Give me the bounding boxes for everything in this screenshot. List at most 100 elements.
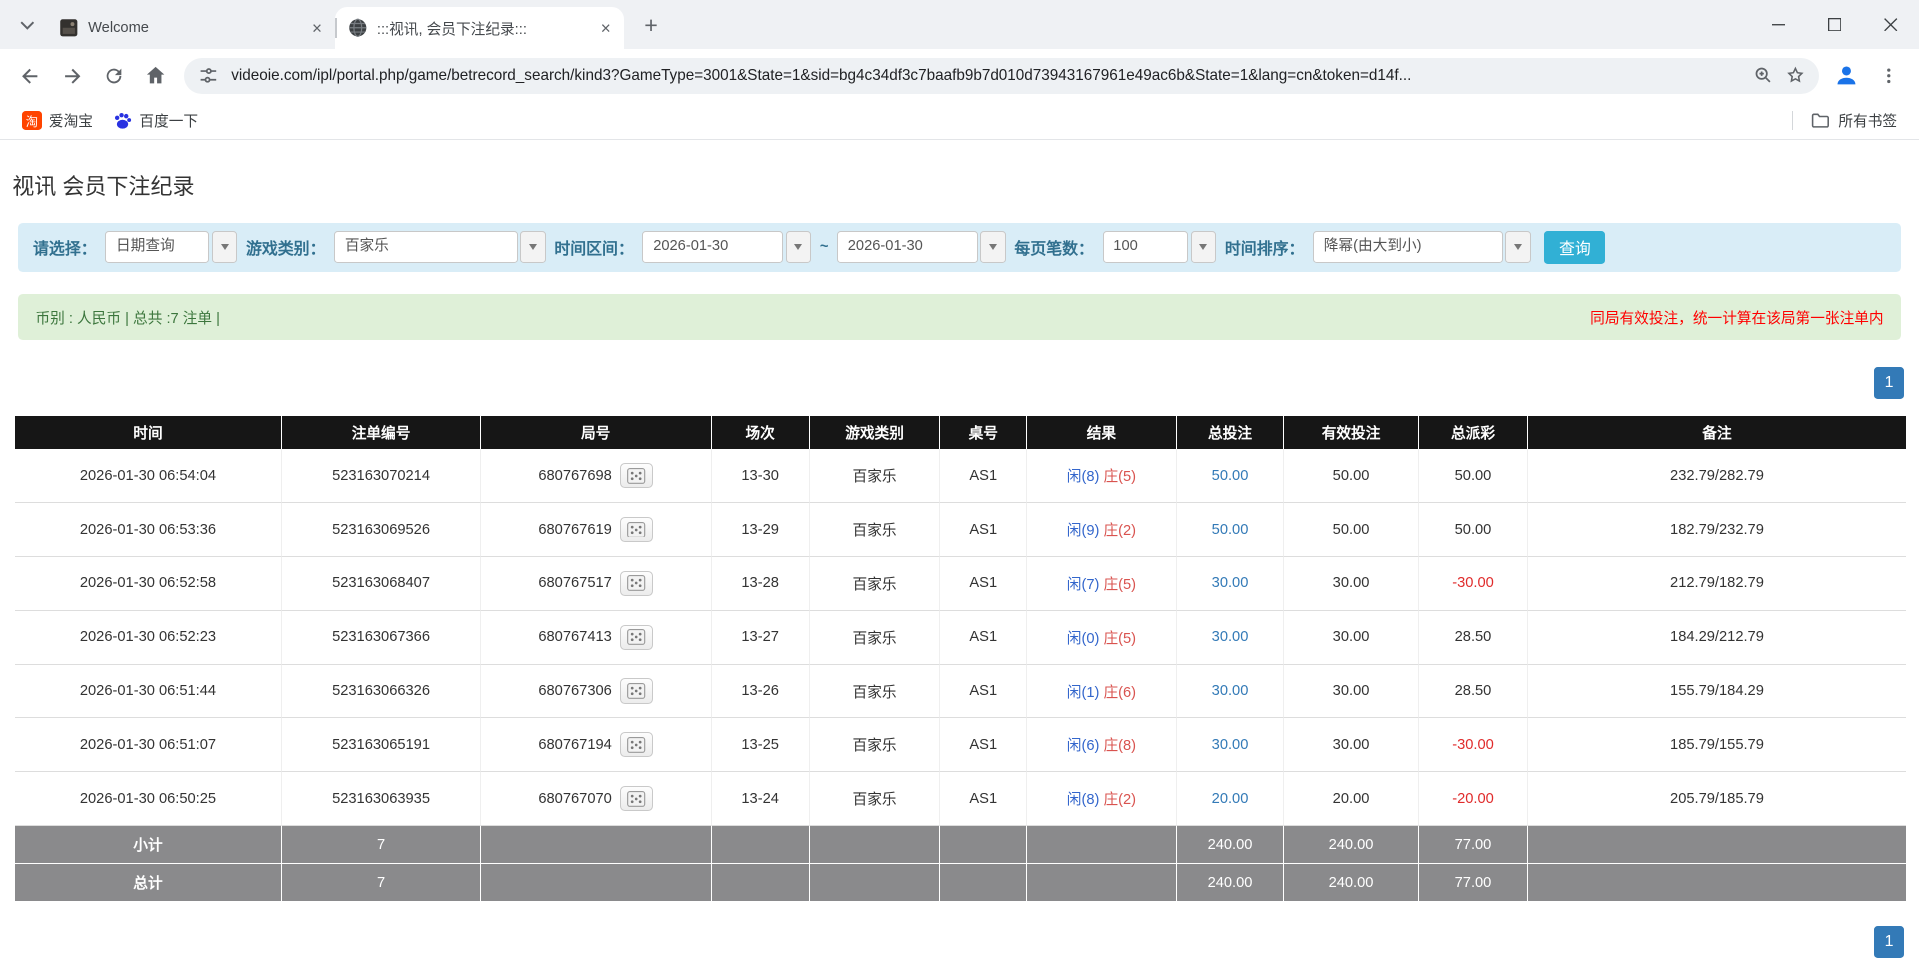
tab-search-button[interactable]	[10, 9, 44, 43]
home-button[interactable]	[135, 55, 177, 97]
round-no-cell: 680767619	[480, 503, 711, 557]
query-mode-select[interactable]: 日期查询	[105, 231, 237, 263]
window-controls	[1750, 0, 1919, 49]
player-result: 闲(6)	[1067, 738, 1100, 754]
bookmarks-bar: 淘 爱淘宝 百度一下 所有书签	[0, 103, 1919, 140]
table-row: 2026-01-30 06:52:23523163067366680767413…	[15, 611, 1906, 665]
bet-no-cell: 523163068407	[281, 557, 480, 611]
round-result-button[interactable]	[620, 625, 653, 650]
back-arrow-icon	[18, 64, 42, 88]
bet-records-table: 时间注单编号局号场次游戏类别桌号结果总投注有效投注总派彩备注 2026-01-3…	[15, 416, 1906, 902]
total-bet-cell[interactable]: 30.00	[1176, 611, 1284, 665]
total-bet-link[interactable]: 30.00	[1212, 737, 1249, 753]
bookmarks-divider	[1792, 111, 1793, 131]
total-bet-cell[interactable]: 50.00	[1176, 449, 1284, 503]
chevron-down-icon[interactable]	[520, 231, 546, 263]
valid-bet-cell: 30.00	[1283, 718, 1417, 772]
total-bet-cell[interactable]: 30.00	[1176, 665, 1284, 719]
per-page-value[interactable]: 100	[1103, 231, 1189, 263]
total-bet-cell[interactable]: 50.00	[1176, 503, 1284, 557]
tab-close-icon[interactable]: ×	[306, 17, 328, 39]
table-no-cell: AS1	[939, 449, 1026, 503]
chevron-down-icon[interactable]	[786, 231, 812, 263]
chevron-down-icon[interactable]	[1191, 231, 1217, 263]
page-title: 视讯 会员下注纪录	[12, 169, 1919, 201]
total-bet-link[interactable]: 30.00	[1212, 683, 1249, 699]
query-mode-value[interactable]: 日期查询	[105, 231, 209, 263]
browser-menu-button[interactable]	[1868, 55, 1910, 97]
bookmark-star-button[interactable]	[1780, 60, 1812, 92]
per-page-select[interactable]: 100	[1103, 231, 1217, 263]
tab-close-icon[interactable]: ×	[595, 17, 617, 39]
total-bet-link[interactable]: 50.00	[1212, 468, 1249, 484]
round-result-button[interactable]	[620, 463, 653, 488]
round-result-button[interactable]	[620, 732, 653, 757]
bookmark-label: 爱淘宝	[49, 110, 93, 131]
round-no-cell: 680767413	[480, 611, 711, 665]
game-type-value[interactable]: 百家乐	[334, 231, 518, 263]
tab-betrecord[interactable]: :::视讯, 会员下注纪录::: ×	[335, 7, 624, 49]
site-settings-icon	[198, 65, 219, 86]
forward-button[interactable]	[51, 55, 93, 97]
maximize-button[interactable]	[1806, 0, 1862, 49]
result-cell: 闲(1) 庄(6)	[1026, 665, 1175, 719]
bookmark-taobao[interactable]: 淘 爱淘宝	[12, 106, 102, 134]
date-to-value[interactable]: 2026-01-30	[837, 231, 978, 263]
round-no: 680767070	[538, 791, 611, 807]
back-button[interactable]	[10, 55, 52, 97]
column-header: 场次	[711, 416, 809, 449]
profile-button[interactable]	[1826, 55, 1868, 97]
date-from-select[interactable]: 2026-01-30	[642, 231, 811, 263]
bookmark-baidu[interactable]: 百度一下	[103, 106, 208, 134]
total-bet-link[interactable]: 50.00	[1212, 522, 1249, 538]
search-button[interactable]: 查询	[1544, 231, 1605, 264]
payout-value: -30.00	[1452, 737, 1494, 753]
chevron-down-icon[interactable]	[212, 231, 238, 263]
date-to-select[interactable]: 2026-01-30	[837, 231, 1006, 263]
pagination-bottom: 1	[15, 926, 1905, 958]
column-header: 桌号	[939, 416, 1026, 449]
dice-icon	[627, 629, 645, 645]
dice-icon	[627, 737, 645, 753]
total-payout: 77.00	[1418, 864, 1528, 902]
banker-result: 庄(5)	[1103, 577, 1136, 593]
chevron-down-icon[interactable]	[980, 231, 1006, 263]
address-bar[interactable]: videoie.com/ipl/portal.php/game/betrecor…	[184, 58, 1819, 95]
round-no-cell: 680767306	[480, 665, 711, 719]
total-bet-link[interactable]: 30.00	[1212, 575, 1249, 591]
total-bet-cell[interactable]: 30.00	[1176, 557, 1284, 611]
game-type-cell: 百家乐	[809, 665, 939, 719]
payout-cell: 50.00	[1418, 449, 1528, 503]
minimize-button[interactable]	[1750, 0, 1806, 49]
total-bet-cell[interactable]: 20.00	[1176, 772, 1284, 826]
table-no-cell: AS1	[939, 665, 1026, 719]
valid-bet-cell: 30.00	[1283, 665, 1417, 719]
sort-value[interactable]: 降幂(由大到小)	[1313, 231, 1503, 263]
round-result-button[interactable]	[620, 517, 653, 542]
tab-welcome[interactable]: Welcome ×	[46, 7, 335, 49]
column-header: 结果	[1026, 416, 1175, 449]
round-result-button[interactable]	[620, 678, 653, 703]
all-bookmarks-button[interactable]: 所有书签	[1800, 106, 1906, 134]
table-row: 2026-01-30 06:53:36523163069526680767619…	[15, 503, 1906, 557]
game-type-select[interactable]: 百家乐	[334, 231, 546, 263]
sort-select[interactable]: 降幂(由大到小)	[1313, 231, 1531, 263]
close-button[interactable]	[1863, 0, 1919, 49]
new-tab-button[interactable]: +	[634, 9, 668, 43]
total-label: 总计	[15, 864, 282, 902]
refresh-button[interactable]	[93, 55, 135, 97]
page-1-button[interactable]: 1	[1874, 926, 1905, 958]
total-bet-cell[interactable]: 30.00	[1176, 718, 1284, 772]
game-type-label: 游戏类别：	[246, 236, 326, 259]
round-result-button[interactable]	[620, 786, 653, 811]
round-result-button[interactable]	[620, 571, 653, 596]
total-bet-link[interactable]: 20.00	[1212, 791, 1249, 807]
session-cell: 13-30	[711, 449, 809, 503]
pagination-top: 1	[15, 367, 1905, 399]
total-bet-link[interactable]: 30.00	[1212, 629, 1249, 645]
payout-value: -30.00	[1452, 575, 1494, 591]
chevron-down-icon[interactable]	[1505, 231, 1531, 263]
zoom-button[interactable]	[1748, 60, 1780, 92]
date-from-value[interactable]: 2026-01-30	[642, 231, 783, 263]
page-1-button[interactable]: 1	[1874, 367, 1905, 399]
